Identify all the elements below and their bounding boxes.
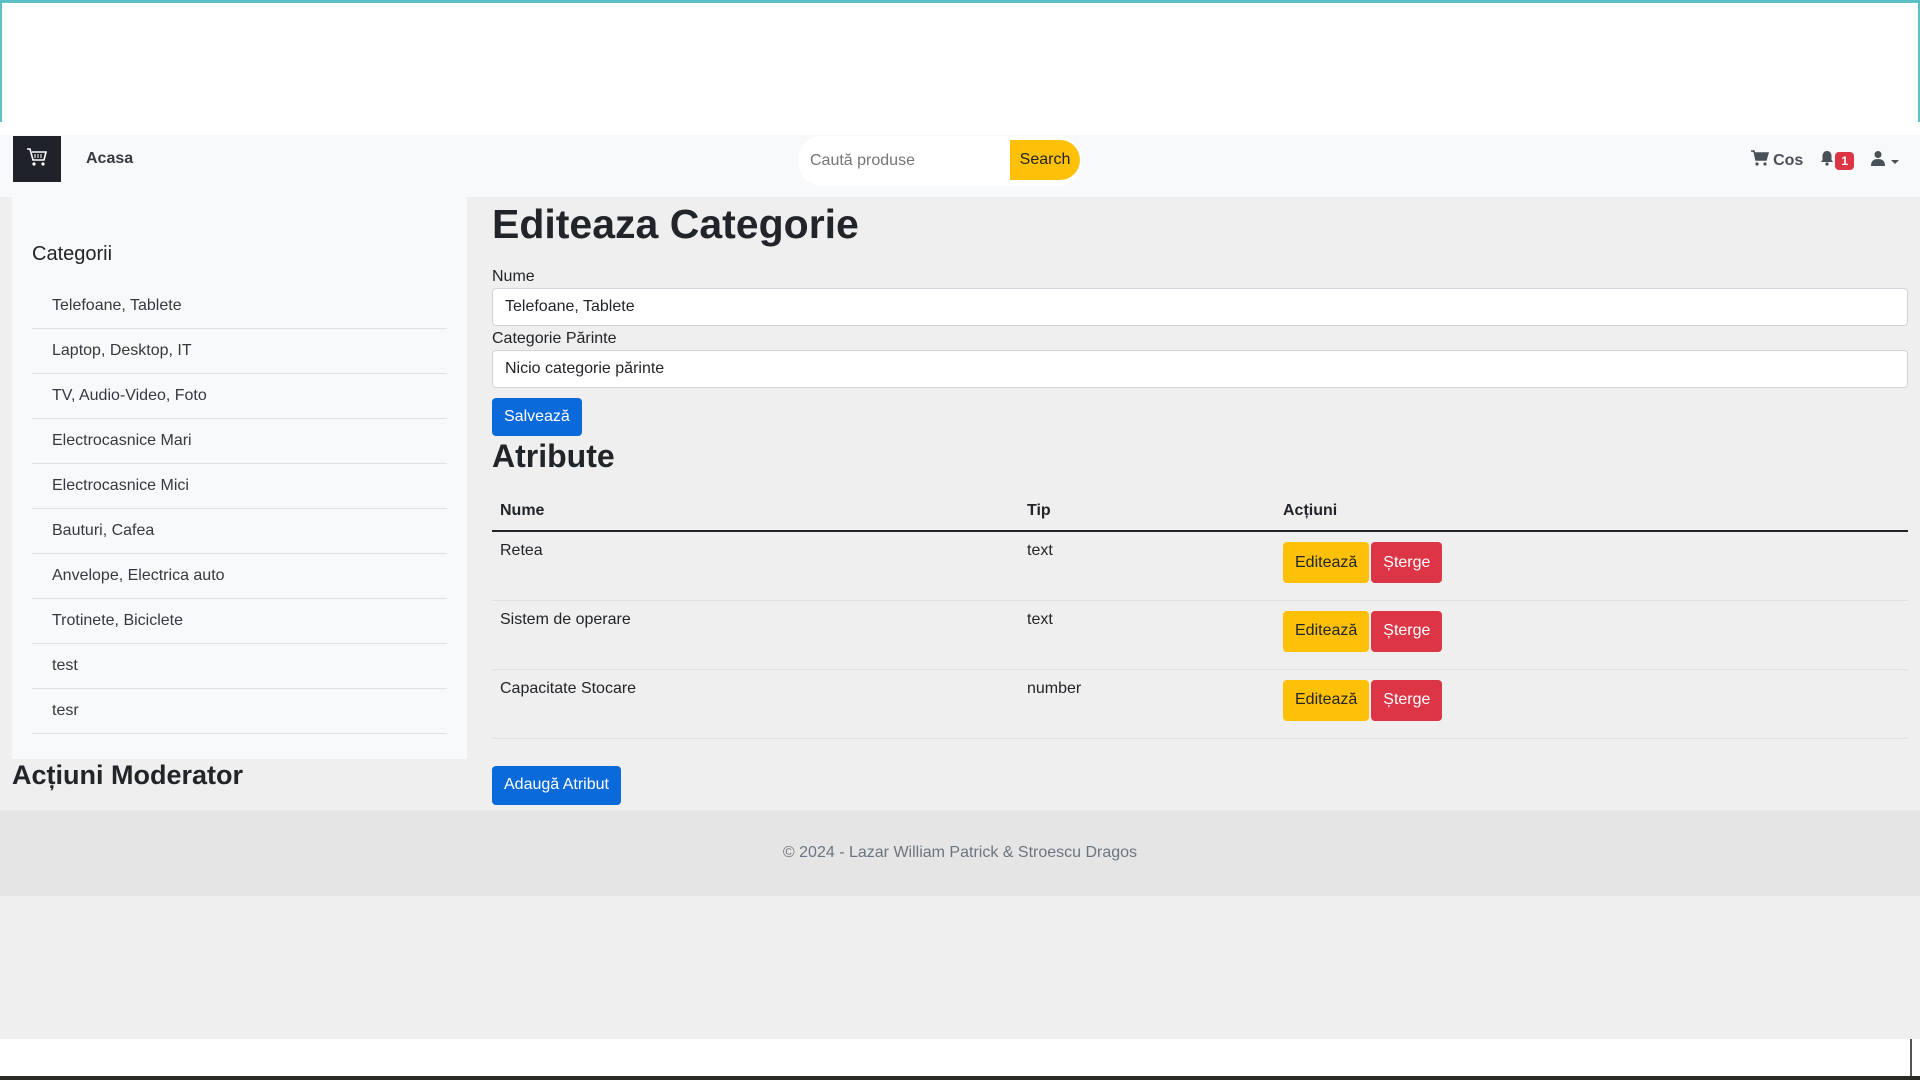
- category-list: Telefoane, Tablete Laptop, Desktop, IT T…: [32, 284, 447, 734]
- footer: © 2024 - Lazar William Patrick & Stroesc…: [0, 810, 1920, 896]
- add-attribute-button[interactable]: Adaugă Atribut: [492, 765, 621, 805]
- cart-link[interactable]: Cos: [1751, 150, 1803, 171]
- attribute-name-cell: Sistem de operare: [492, 600, 1019, 670]
- delete-attribute-button[interactable]: Șterge: [1371, 610, 1443, 652]
- attribute-type-cell: text: [1019, 600, 1275, 670]
- attribute-actions-cell: Editează Șterge: [1275, 669, 1908, 739]
- attributes-title: Atribute: [492, 438, 615, 474]
- nav-right: Cos 1: [1751, 150, 1900, 171]
- table-row: Retea text Editează Șterge: [492, 531, 1908, 601]
- navbar: Acasa Search Cos 1: [0, 135, 1920, 197]
- bell-icon: [1819, 150, 1835, 171]
- cart-label: Cos: [1773, 151, 1804, 169]
- edit-attribute-button[interactable]: Editează: [1283, 542, 1370, 583]
- table-header-row: Nume Tip Acțiuni: [492, 491, 1908, 532]
- taskbar-strip: [0, 1076, 1920, 1080]
- page-bottom-area: [0, 1039, 1920, 1080]
- attribute-actions-cell: Editează Șterge: [1275, 531, 1908, 601]
- browser-top-area: [0, 0, 1920, 122]
- cart-icon: [1751, 150, 1770, 171]
- window-edge: [1910, 1039, 1912, 1080]
- edit-attribute-button[interactable]: Editează: [1283, 679, 1370, 721]
- category-item[interactable]: Electrocasnice Mari: [32, 419, 447, 464]
- category-item[interactable]: Telefoane, Tablete: [32, 284, 447, 329]
- category-item[interactable]: Anvelope, Electrica auto: [32, 554, 447, 599]
- table-row: Sistem de operare text Editează Șterge: [492, 600, 1908, 670]
- attribute-name-cell: Retea: [492, 531, 1019, 601]
- attributes-table: Nume Tip Acțiuni Retea text Editează Șter…: [492, 491, 1908, 739]
- column-header-name: Nume: [492, 491, 1019, 532]
- table-row: Capacitate Stocare number Editează Șterge: [492, 669, 1908, 739]
- sidebar-title: Categorii: [32, 243, 113, 265]
- category-item[interactable]: Laptop, Desktop, IT: [32, 329, 447, 374]
- search-input[interactable]: [798, 136, 1012, 186]
- notification-badge: 1: [1835, 151, 1854, 170]
- category-item[interactable]: test: [32, 644, 447, 689]
- category-item[interactable]: TV, Audio-Video, Foto: [32, 374, 447, 419]
- search-form: Search: [798, 136, 1082, 186]
- brand-logo[interactable]: [13, 136, 61, 182]
- category-item[interactable]: Electrocasnice Mici: [32, 464, 447, 509]
- user-icon: [1870, 150, 1886, 171]
- attribute-actions-cell: Editează Șterge: [1275, 600, 1908, 670]
- column-header-actions: Acțiuni: [1275, 491, 1908, 532]
- save-button[interactable]: Salvează: [492, 398, 582, 436]
- main-content: Editeaza Categorie Nume Telefoane, Table…: [492, 197, 1908, 805]
- chevron-down-icon: [1890, 152, 1900, 170]
- attribute-type-cell: number: [1019, 669, 1275, 739]
- shopping-cart-icon: [26, 147, 48, 172]
- name-label: Nume: [492, 268, 535, 285]
- parent-category-label: Categorie Părinte: [492, 330, 617, 347]
- delete-attribute-button[interactable]: Șterge: [1371, 679, 1443, 721]
- attribute-type-cell: text: [1019, 531, 1275, 601]
- user-menu-toggle[interactable]: [1870, 150, 1900, 171]
- column-header-type: Tip: [1019, 491, 1275, 532]
- page-title: Editeaza Categorie: [492, 201, 859, 247]
- moderator-actions-title: Acțiuni Moderator: [12, 760, 244, 790]
- parent-category-select[interactable]: Nicio categorie părinte: [492, 350, 1908, 388]
- attribute-name-cell: Capacitate Stocare: [492, 669, 1019, 739]
- category-item[interactable]: Bauturi, Cafea: [32, 509, 447, 554]
- name-field[interactable]: Telefoane, Tablete: [492, 288, 1908, 326]
- nav-home-link[interactable]: Acasa: [86, 150, 133, 168]
- delete-attribute-button[interactable]: Șterge: [1371, 542, 1443, 583]
- search-button[interactable]: Search: [1010, 140, 1080, 180]
- category-item[interactable]: tesr: [32, 689, 447, 734]
- footer-text: © 2024 - Lazar William Patrick & Stroesc…: [782, 844, 1138, 861]
- category-item[interactable]: Trotinete, Biciclete: [32, 599, 447, 644]
- edit-attribute-button[interactable]: Editează: [1283, 610, 1370, 652]
- notifications-button[interactable]: 1: [1819, 150, 1854, 171]
- sidebar: Categorii Telefoane, Tablete Laptop, Des…: [12, 197, 467, 759]
